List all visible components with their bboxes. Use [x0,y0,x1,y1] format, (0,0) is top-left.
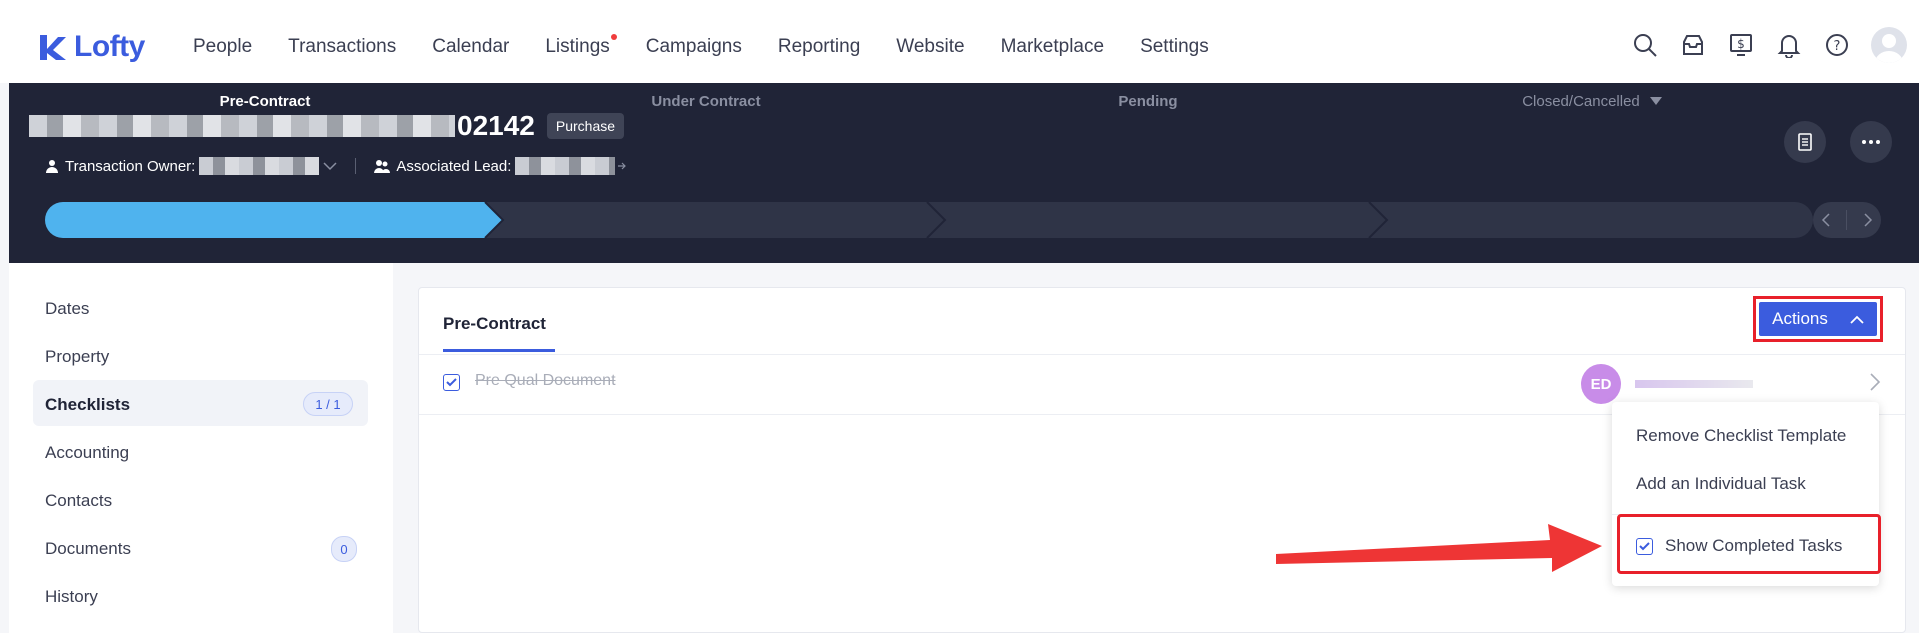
owner-label: Transaction Owner: [65,157,196,175]
nav-icon-group: $ ? [1631,27,1907,63]
chevron-up-icon [1850,315,1864,324]
stage-closed-label: Closed/Cancelled [1522,92,1640,110]
stage-pending[interactable]: Pending [927,83,1369,119]
brand-name: Lofty [74,30,145,63]
documents-count-badge: 0 [331,536,357,562]
avatar[interactable] [1871,27,1907,63]
stage-pre-contract-shape[interactable] [45,202,503,238]
transaction-header: 02142 Purchase Transaction Owner: Associ… [9,83,1919,263]
notification-dot [610,34,617,40]
bell-icon[interactable] [1775,31,1803,59]
owner-value[interactable] [199,157,320,175]
search-icon[interactable] [1631,31,1659,59]
chevron-right-icon[interactable] [1869,372,1881,392]
inbox-icon[interactable] [1679,31,1707,59]
stage-pre-contract[interactable]: Pre-Contract [45,83,485,119]
owner-lead-row: Transaction Owner: Associated Lead: [45,157,627,175]
nav-people[interactable]: People [193,36,252,58]
tab-pre-contract[interactable]: Pre-Contract [443,314,546,334]
arrow-right-icon[interactable] [617,160,627,172]
lofty-logo-icon [40,35,66,60]
task-name[interactable]: Pre Qual Document [475,372,616,390]
chevron-right-icon[interactable] [1863,213,1873,227]
stage-closed-cancelled[interactable]: Closed/Cancelled [1369,83,1815,119]
nav-settings[interactable]: Settings [1140,36,1209,58]
sidebar-item-documents[interactable]: Documents [45,539,131,559]
assignee-name-redacted [1635,380,1753,388]
top-navigation: Lofty People Transactions Calendar Listi… [0,0,1919,83]
lead-value[interactable] [515,157,616,175]
nav-calendar[interactable]: Calendar [432,36,509,58]
actions-label: Actions [1772,309,1828,328]
more-options-button[interactable] [1850,121,1892,163]
nav-website[interactable]: Website [896,36,964,58]
document-icon [1798,133,1812,151]
sidebar-item-property[interactable]: Property [45,347,109,367]
task-checkbox[interactable] [443,374,460,391]
check-icon [446,378,457,387]
person-icon [46,160,58,173]
nav-marketplace[interactable]: Marketplace [1001,36,1105,58]
divider [355,158,357,174]
nav-listings-label: Listings [545,36,610,57]
divider [1846,210,1848,230]
annotation-highlight-show-completed [1617,514,1881,574]
sidebar-item-dates[interactable]: Dates [45,299,89,319]
lofty-logo[interactable]: Lofty [38,30,145,64]
checklists-count-badge: 1 / 1 [303,392,353,416]
people-icon [374,160,391,173]
lead-label: Associated Lead: [396,157,512,175]
menu-remove-checklist-template[interactable]: Remove Checklist Template [1636,426,1846,446]
assignee-avatar: ED [1581,364,1621,404]
menu-add-individual-task[interactable]: Add an Individual Task [1636,474,1806,494]
svg-text:$: $ [1737,37,1745,51]
help-icon[interactable]: ? [1823,31,1851,59]
caret-down-icon [1649,97,1662,105]
main-nav: People Transactions Calendar Listings Ca… [193,34,1245,58]
nav-listings[interactable]: Listings [545,34,617,58]
svg-text:?: ? [1834,39,1841,54]
tab-underline [443,349,555,352]
actions-button[interactable]: Actions [1759,302,1877,336]
nav-campaigns[interactable]: Campaigns [646,36,742,58]
chevron-down-icon[interactable] [323,161,337,171]
chevron-left-icon[interactable] [1821,213,1831,227]
notes-button[interactable] [1784,121,1826,163]
nav-transactions[interactable]: Transactions [288,36,396,58]
stage-under-contract[interactable]: Under Contract [485,83,927,119]
sidebar-item-contacts[interactable]: Contacts [45,491,112,511]
pipeline-bar [45,202,1813,238]
pipeline-nav [1813,202,1881,238]
sidebar-item-checklists[interactable]: Checklists [45,395,130,415]
billing-icon[interactable]: $ [1727,31,1755,59]
nav-reporting[interactable]: Reporting [778,36,860,58]
sidebar-item-accounting[interactable]: Accounting [45,443,129,463]
sidebar-item-history[interactable]: History [45,587,98,607]
sidebar: Dates Property Checklists 1 / 1 Accounti… [9,263,393,633]
more-horizontal-icon [1862,140,1880,144]
